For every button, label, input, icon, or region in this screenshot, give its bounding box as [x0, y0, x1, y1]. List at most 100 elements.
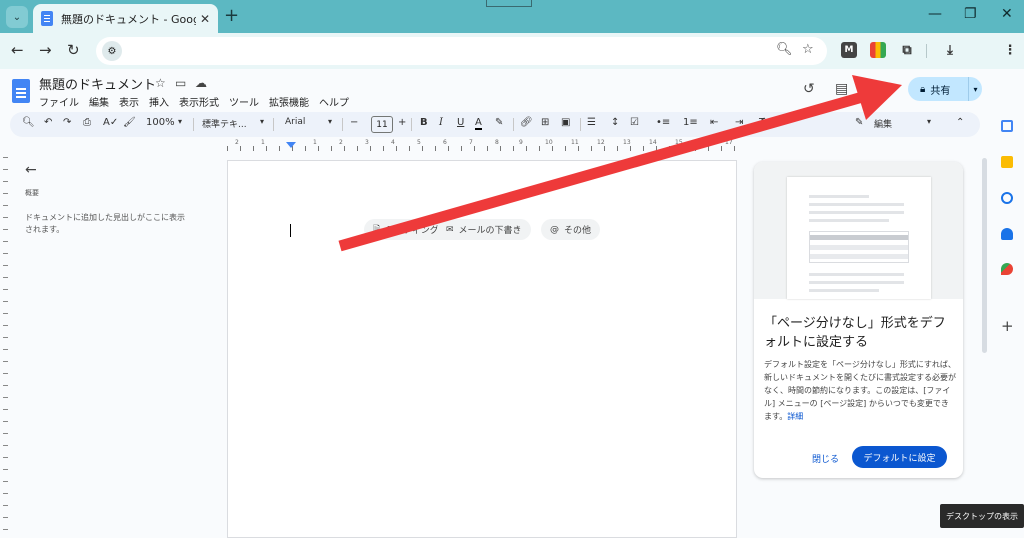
- meet-icon[interactable]: ▸: [880, 81, 887, 97]
- style-chevron-down-icon[interactable]: ▾: [260, 117, 264, 126]
- line-spacing-icon[interactable]: ↕: [611, 117, 619, 128]
- ruler-label: 7: [469, 139, 473, 146]
- new-tab-button[interactable]: +: [224, 5, 239, 26]
- browser-tabstrip: ⌄ 無題のドキュメント - Google ドキュメント ✕ + — ❐ ✕: [0, 0, 1024, 33]
- move-folder-icon[interactable]: ▭: [175, 76, 186, 90]
- menu-view[interactable]: 表示: [119, 94, 139, 109]
- increase-indent-icon[interactable]: ⇥: [735, 117, 743, 128]
- menu-insert[interactable]: 挿入: [149, 94, 169, 109]
- calendar-icon[interactable]: [1001, 120, 1013, 132]
- version-history-icon[interactable]: ↺: [803, 81, 815, 97]
- contacts-icon[interactable]: [1001, 228, 1013, 240]
- increase-font-size-icon[interactable]: +: [398, 117, 406, 128]
- italic-button[interactable]: I: [439, 117, 443, 128]
- menu-tools[interactable]: ツール: [229, 94, 259, 109]
- editing-mode-select[interactable]: 編集: [874, 117, 892, 130]
- font-size-input[interactable]: 11: [371, 116, 393, 133]
- docs-logo-icon[interactable]: [12, 79, 30, 103]
- spellcheck-icon[interactable]: A✓: [103, 117, 118, 128]
- search-menus-icon[interactable]: 🔍︎: [22, 117, 35, 128]
- restore-button[interactable]: ❐: [964, 6, 977, 22]
- bulleted-list-icon[interactable]: •≡: [656, 117, 670, 128]
- checklist-icon[interactable]: ☑: [630, 117, 639, 128]
- ruler-label: 16: [701, 139, 709, 146]
- underline-button[interactable]: U: [457, 117, 464, 128]
- set-default-button[interactable]: デフォルトに設定: [852, 446, 947, 468]
- chip-more[interactable]: @ その他: [541, 219, 601, 240]
- browser-tab-active[interactable]: 無題のドキュメント - Google ドキュメント ✕: [33, 4, 218, 33]
- menu-file[interactable]: ファイル: [39, 94, 79, 109]
- document-page[interactable]: 🗎 ミーティングメモ ✉ メールの下書き @ その他: [227, 160, 737, 538]
- minimize-button[interactable]: —: [928, 6, 942, 22]
- highlight-pen-icon[interactable]: ✎: [495, 117, 503, 128]
- site-info-icon[interactable]: ⚙: [102, 41, 122, 61]
- edit-pencil-icon[interactable]: ✎: [855, 117, 863, 128]
- numbered-list-icon[interactable]: 1≡: [683, 117, 698, 128]
- vertical-ruler[interactable]: [0, 157, 10, 538]
- paint-format-icon[interactable]: 🖌︎: [123, 117, 136, 128]
- undo-icon[interactable]: ↶: [44, 117, 52, 128]
- reload-icon[interactable]: ↻: [67, 41, 80, 59]
- bookmark-star-icon[interactable]: ☆: [802, 42, 814, 57]
- learn-more-link[interactable]: 詳細: [787, 412, 803, 421]
- chrome-menu-icon[interactable]: ⋮: [1002, 42, 1018, 58]
- extension-drive-icon[interactable]: [870, 42, 886, 58]
- document-title[interactable]: 無題のドキュメント: [39, 74, 156, 93]
- menu-help[interactable]: ヘルプ: [319, 94, 349, 109]
- ruler-ticks: [227, 146, 737, 151]
- keep-icon[interactable]: [1001, 156, 1013, 168]
- ruler-label: 9: [519, 139, 523, 146]
- menu-format[interactable]: 表示形式: [179, 94, 219, 109]
- font-family-select[interactable]: Arial: [285, 117, 305, 127]
- docs-menubar: ファイル 編集 表示 挿入 表示形式 ツール 拡張機能 ヘルプ: [39, 94, 349, 109]
- close-window-button[interactable]: ✕: [1001, 6, 1013, 22]
- chip-email-draft[interactable]: ✉ メールの下書き: [437, 219, 531, 240]
- insert-link-icon[interactable]: 🔗︎: [520, 117, 533, 128]
- comments-icon[interactable]: ▤: [835, 81, 848, 97]
- horizontal-ruler[interactable]: 2 1 1 2 3 4 5 6 7 8 9 10 11 12 13 14 15 …: [227, 139, 737, 154]
- tab-close-icon[interactable]: ✕: [200, 12, 210, 26]
- close-outline-arrow-icon[interactable]: ←: [25, 162, 37, 178]
- mode-chevron-down-icon[interactable]: ▾: [927, 117, 931, 126]
- menu-extensions[interactable]: 拡張機能: [269, 94, 309, 109]
- align-icon[interactable]: ☰: [587, 117, 596, 128]
- promo-title: 「ページ分けなし」形式をデフォルトに設定する: [764, 316, 946, 350]
- star-icon[interactable]: ☆: [155, 76, 166, 90]
- text-color-button[interactable]: A: [475, 117, 482, 130]
- redo-icon[interactable]: ↷: [63, 117, 71, 128]
- forward-arrow-icon[interactable]: →: [39, 41, 52, 59]
- promo-dismiss-button[interactable]: 閉じる: [812, 452, 839, 465]
- insert-image-icon[interactable]: ▣: [561, 117, 570, 128]
- toolbar-divider: [342, 118, 343, 131]
- download-icon[interactable]: ⤓: [942, 42, 958, 58]
- maps-icon[interactable]: [1001, 263, 1013, 275]
- decrease-indent-icon[interactable]: ⇤: [710, 117, 718, 128]
- indent-marker-icon[interactable]: [286, 142, 296, 148]
- font-chevron-down-icon[interactable]: ▾: [328, 117, 332, 126]
- back-arrow-icon[interactable]: ←: [11, 41, 24, 59]
- ruler-label: 1: [313, 139, 317, 146]
- share-button[interactable]: 🔒︎ 共有 ▾: [908, 77, 982, 101]
- clear-formatting-icon[interactable]: T̸: [759, 117, 765, 128]
- document-scrollbar[interactable]: [982, 158, 987, 353]
- menu-edit[interactable]: 編集: [89, 94, 109, 109]
- share-dropdown-icon[interactable]: ▾: [968, 77, 982, 101]
- extension-m-icon[interactable]: M: [841, 42, 857, 58]
- decrease-font-size-icon[interactable]: −: [350, 117, 358, 128]
- paragraph-style-select[interactable]: 標準テキ...: [202, 117, 247, 130]
- extensions-puzzle-icon[interactable]: ⧉: [899, 42, 915, 58]
- zoom-select[interactable]: 100%: [146, 117, 175, 128]
- tab-search-icon[interactable]: ⌄: [6, 6, 28, 28]
- zoom-chevron-down-icon[interactable]: ▾: [178, 117, 182, 126]
- tasks-icon[interactable]: [1001, 192, 1013, 204]
- window-drag-handle[interactable]: [486, 0, 532, 7]
- address-bar[interactable]: ⚙ 🔍︎ ☆: [96, 37, 827, 65]
- illustration-row: [810, 245, 908, 250]
- add-comment-icon[interactable]: ⊞: [541, 117, 549, 128]
- bold-button[interactable]: B: [420, 117, 428, 128]
- zoom-lens-icon[interactable]: 🔍︎: [776, 42, 793, 57]
- promo-body: デフォルト設定を「ページ分けなし」形式にすれば、新しいドキュメントを開くたびに書…: [764, 358, 956, 423]
- print-icon[interactable]: ⎙: [83, 117, 91, 128]
- add-addon-icon[interactable]: +: [1001, 317, 1014, 335]
- collapse-toolbar-icon[interactable]: ⌃: [956, 117, 964, 128]
